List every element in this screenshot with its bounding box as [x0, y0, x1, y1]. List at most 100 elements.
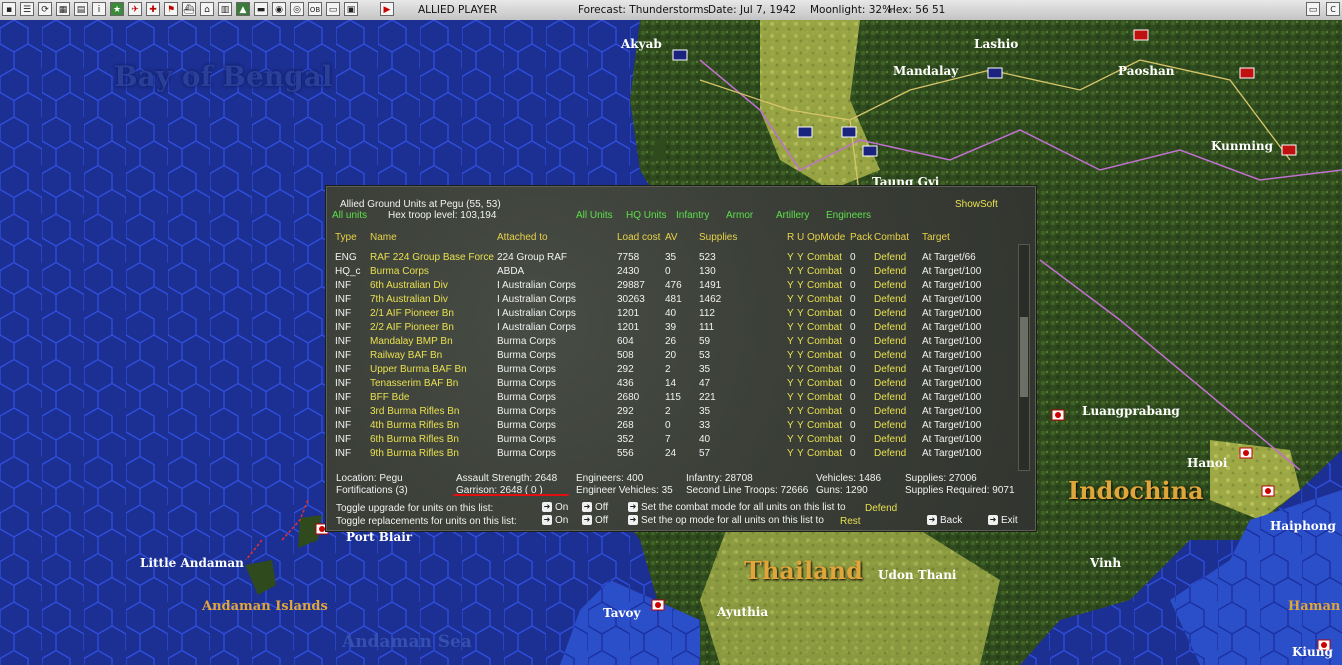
- list-icon[interactable]: ☰: [20, 2, 34, 16]
- set-combat-mode-button[interactable]: ➜ Set the combat mode for all units on th…: [628, 502, 846, 513]
- col-opmode[interactable]: OpMode: [807, 232, 845, 243]
- cell-combat[interactable]: Defend: [874, 406, 906, 417]
- show-soft-toggle[interactable]: ShowSoft: [955, 199, 998, 210]
- refresh-icon[interactable]: ⟳: [38, 2, 52, 16]
- cell-combat[interactable]: Defend: [874, 336, 906, 347]
- col-target[interactable]: Target: [922, 232, 950, 243]
- scrollbar[interactable]: [1018, 244, 1030, 471]
- cell-combat[interactable]: Defend: [874, 322, 906, 333]
- table-row[interactable]: INF 7th Australian Div I Australian Corps 3…: [326, 294, 1016, 308]
- land-icon[interactable]: ▲: [236, 2, 250, 16]
- filter-armor[interactable]: Armor: [726, 210, 753, 221]
- cell-name[interactable]: 7th Australian Div: [370, 294, 448, 305]
- op-mode-value[interactable]: Rest: [840, 516, 861, 527]
- scrollbar-thumb[interactable]: [1020, 317, 1028, 397]
- base-icon[interactable]: ⌂: [200, 2, 214, 16]
- cell-opmode[interactable]: Combat: [807, 252, 842, 263]
- hq-icon[interactable]: ◉: [272, 2, 286, 16]
- cell-name[interactable]: Mandalay BMP Bn: [370, 336, 453, 347]
- table-row[interactable]: INF Railway BAF Bn Burma Corps 508 20 53 Y Y Com…: [326, 350, 1016, 364]
- close-window-icon[interactable]: C: [1326, 2, 1340, 16]
- grid-icon[interactable]: ▦: [56, 2, 70, 16]
- cell-opmode[interactable]: Combat: [807, 378, 842, 389]
- cell-opmode[interactable]: Combat: [807, 420, 842, 431]
- cell-combat[interactable]: Defend: [874, 252, 906, 263]
- table-row[interactable]: INF 3rd Burma Rifles Bn Burma Corps 292 2 35 Y…: [326, 406, 1016, 420]
- globe-icon[interactable]: ◎: [290, 2, 304, 16]
- filter-infantry[interactable]: Infantry: [676, 210, 709, 221]
- cell-combat[interactable]: Defend: [874, 392, 906, 403]
- cell-combat[interactable]: Defend: [874, 308, 906, 319]
- table-row[interactable]: INF 2/2 AIF Pioneer Bn I Australian Corps 1…: [326, 322, 1016, 336]
- cell-name[interactable]: Upper Burma BAF Bn: [370, 364, 467, 375]
- cell-combat[interactable]: Defend: [874, 420, 906, 431]
- play-icon[interactable]: ▶: [380, 2, 394, 16]
- col-av[interactable]: AV: [665, 232, 678, 243]
- cell-name[interactable]: 6th Burma Rifles Bn: [370, 434, 459, 445]
- col-attached[interactable]: Attached to: [497, 232, 548, 243]
- target-icon[interactable]: ✚: [146, 2, 160, 16]
- cell-opmode[interactable]: Combat: [807, 336, 842, 347]
- cell-name[interactable]: Tenasserim BAF Bn: [370, 378, 458, 389]
- cell-opmode[interactable]: Combat: [807, 280, 842, 291]
- flag-icon[interactable]: ⚑: [164, 2, 178, 16]
- cell-combat[interactable]: Defend: [874, 280, 906, 291]
- upgrade-off-button[interactable]: ➜ Off: [582, 502, 608, 513]
- cell-opmode[interactable]: Combat: [807, 406, 842, 417]
- cell-opmode[interactable]: Combat: [807, 350, 842, 361]
- col-type[interactable]: Type: [335, 232, 357, 243]
- table-row[interactable]: HQ_c Burma Corps ABDA 2430 0 130 Y Y Combat 0 Defe…: [326, 266, 1016, 280]
- table-row[interactable]: ENG RAF 224 Group Base Force 224 Group RAF…: [326, 252, 1016, 266]
- chart-icon[interactable]: ▥: [218, 2, 232, 16]
- filter-all-units[interactable]: All Units: [576, 210, 613, 221]
- cell-opmode[interactable]: Combat: [807, 294, 842, 305]
- cell-combat[interactable]: Defend: [874, 434, 906, 445]
- cell-name[interactable]: 2/2 AIF Pioneer Bn: [370, 322, 454, 333]
- cell-name[interactable]: 3rd Burma Rifles Bn: [370, 406, 459, 417]
- cell-opmode[interactable]: Combat: [807, 392, 842, 403]
- table-row[interactable]: INF 9th Burma Rifles Bn Burma Corps 556 24 57…: [326, 448, 1016, 462]
- cell-combat[interactable]: Defend: [874, 378, 906, 389]
- table-row[interactable]: INF 4th Burma Rifles Bn Burma Corps 268 0 33 Y…: [326, 420, 1016, 434]
- cell-opmode[interactable]: Combat: [807, 322, 842, 333]
- cell-opmode[interactable]: Combat: [807, 364, 842, 375]
- table-row[interactable]: INF BFF Bde Burma Corps 2680 115 221 Y Y Combat 0…: [326, 392, 1016, 406]
- info-icon[interactable]: i: [92, 2, 106, 16]
- table-row[interactable]: INF Mandalay BMP Bn Burma Corps 604 26 59 Y Y Co…: [326, 336, 1016, 350]
- combat-mode-value[interactable]: Defend: [865, 503, 897, 514]
- upgrade-on-button[interactable]: ➜ On: [542, 502, 568, 513]
- save-icon[interactable]: ▣: [344, 2, 358, 16]
- filter-hq-units[interactable]: HQ Units: [626, 210, 667, 221]
- replacements-off-button[interactable]: ➜ Off: [582, 515, 608, 526]
- set-op-mode-button[interactable]: ➜ Set the op mode for all units on this l…: [628, 515, 824, 526]
- filter-artillery[interactable]: Artillery: [776, 210, 809, 221]
- table-row[interactable]: INF Upper Burma BAF Bn Burma Corps 292 2 35 Y Y…: [326, 364, 1016, 378]
- cell-combat[interactable]: Defend: [874, 350, 906, 361]
- menu-icon[interactable]: ▪: [2, 2, 16, 16]
- star-icon[interactable]: ★: [110, 2, 124, 16]
- cell-opmode[interactable]: Combat: [807, 434, 842, 445]
- ob-icon[interactable]: OB: [308, 2, 322, 16]
- cell-opmode[interactable]: Combat: [807, 308, 842, 319]
- col-ru[interactable]: R U: [787, 232, 804, 243]
- cell-name[interactable]: Railway BAF Bn: [370, 350, 442, 361]
- filter-engineers[interactable]: Engineers: [826, 210, 871, 221]
- image-icon[interactable]: ▭: [326, 2, 340, 16]
- cell-combat[interactable]: Defend: [874, 266, 906, 277]
- report-icon[interactable]: ▤: [74, 2, 88, 16]
- tank-icon[interactable]: ▬: [254, 2, 268, 16]
- cell-combat[interactable]: Defend: [874, 294, 906, 305]
- table-row[interactable]: INF Tenasserim BAF Bn Burma Corps 436 14 47 Y Y…: [326, 378, 1016, 392]
- cell-name[interactable]: Burma Corps: [370, 266, 429, 277]
- exit-button[interactable]: ➜ Exit: [988, 515, 1018, 526]
- col-name[interactable]: Name: [370, 232, 397, 243]
- back-button[interactable]: ➜ Back: [927, 515, 962, 526]
- cell-combat[interactable]: Defend: [874, 448, 906, 459]
- replacements-on-button[interactable]: ➜ On: [542, 515, 568, 526]
- table-row[interactable]: INF 6th Burma Rifles Bn Burma Corps 352 7 40 Y…: [326, 434, 1016, 448]
- cell-name[interactable]: 2/1 AIF Pioneer Bn: [370, 308, 454, 319]
- table-row[interactable]: INF 6th Australian Div I Australian Corps 2…: [326, 280, 1016, 294]
- col-pack[interactable]: Pack: [850, 232, 872, 243]
- window-icon[interactable]: ▭: [1306, 2, 1320, 16]
- cell-name[interactable]: 9th Burma Rifles Bn: [370, 448, 459, 459]
